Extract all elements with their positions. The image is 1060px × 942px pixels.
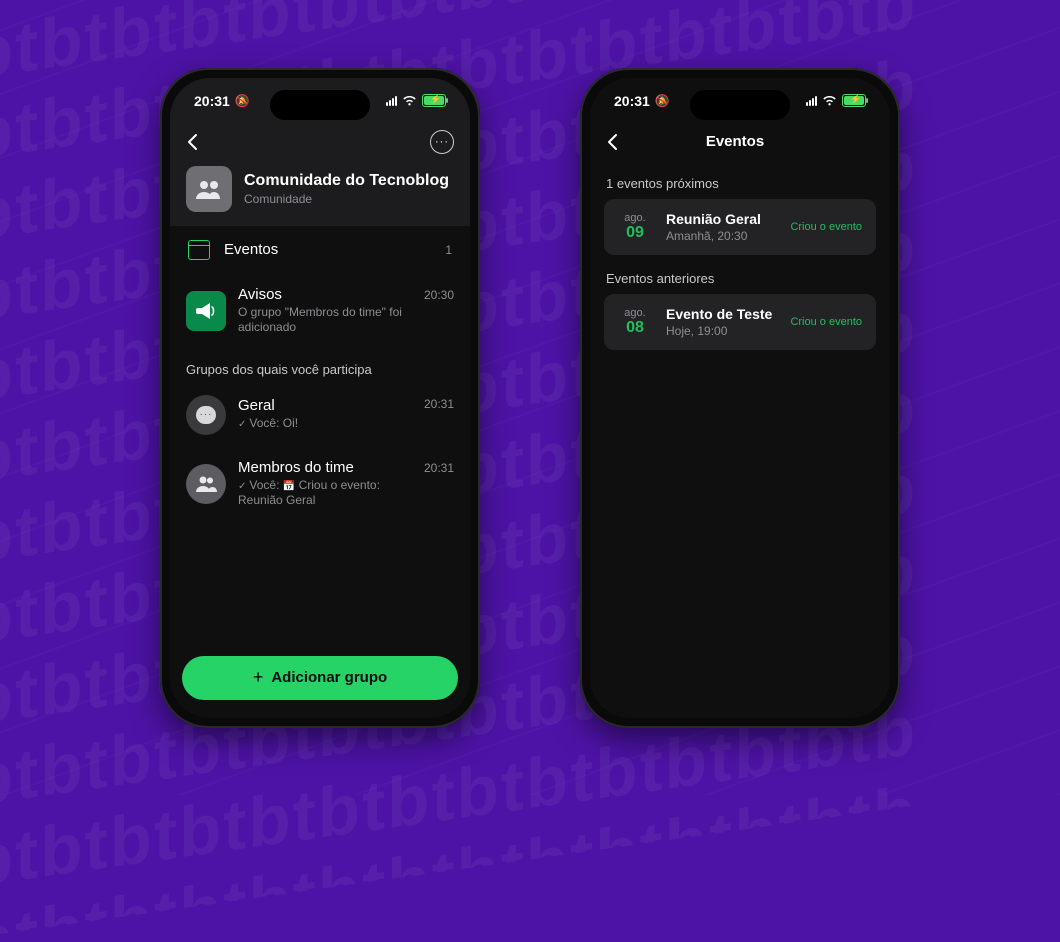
battery-icon: ⚡ <box>842 94 866 107</box>
notch <box>690 90 790 120</box>
cellular-signal-icon <box>386 96 397 106</box>
avisos-title: Avisos <box>238 286 412 303</box>
event-date: ago. 09 <box>618 212 652 242</box>
more-options-button[interactable]: ··· <box>430 130 454 154</box>
wifi-icon <box>822 95 837 106</box>
sent-check-icon: ✓ <box>238 481 246 492</box>
past-events-label: Eventos anteriores <box>590 255 890 294</box>
event-time: Hoje, 19:00 <box>666 324 776 338</box>
people-icon <box>186 464 226 504</box>
avisos-row[interactable]: Avisos O grupo "Membros do time" foi adi… <box>170 274 470 348</box>
screen-community: 20:31 🔕 ⚡ ··· <box>170 78 470 718</box>
events-count: 1 <box>445 243 452 257</box>
event-owner-badge: Criou o evento <box>790 221 862 233</box>
page-title: Eventos <box>618 133 852 150</box>
status-time: 20:31 <box>614 93 650 109</box>
silent-mode-icon: 🔕 <box>234 92 251 108</box>
calendar-icon <box>188 240 210 260</box>
event-title: Evento de Teste <box>666 306 776 322</box>
group-item-membros[interactable]: Membros do time ✓Você: 📅 Criou o evento:… <box>170 447 470 521</box>
community-title: Comunidade do Tecnoblog <box>244 172 449 190</box>
event-time: Amanhã, 20:30 <box>666 229 776 243</box>
screen-events: 20:31 🔕 ⚡ Eventos 1 eventos pró <box>590 78 890 718</box>
nav-bar: ··· <box>170 124 470 160</box>
event-card-past[interactable]: ago. 08 Evento de Teste Hoje, 19:00 Crio… <box>604 294 876 350</box>
back-button[interactable] <box>606 133 618 151</box>
notch <box>270 90 370 120</box>
group-title: Geral <box>238 397 412 414</box>
group-preview: ✓Você: Oi! <box>238 416 412 432</box>
status-time: 20:31 <box>194 93 230 109</box>
phone-right: 20:31 🔕 ⚡ Eventos 1 eventos pró <box>580 68 900 728</box>
community-avatar-icon <box>186 166 232 212</box>
community-subtitle: Comunidade <box>244 192 449 206</box>
chat-bubble-icon <box>186 395 226 435</box>
plus-icon: + <box>253 667 264 688</box>
wifi-icon <box>402 95 417 106</box>
group-time: 20:31 <box>424 461 454 475</box>
group-preview: ✓Você: 📅 Criou o evento: Reunião Geral <box>238 478 412 509</box>
group-title: Membros do time <box>238 459 412 476</box>
group-item-geral[interactable]: Geral ✓Você: Oi! 20:31 <box>170 383 470 447</box>
event-owner-badge: Criou o evento <box>790 316 862 328</box>
community-header[interactable]: Comunidade do Tecnoblog Comunidade <box>170 160 470 226</box>
silent-mode-icon: 🔕 <box>654 92 671 108</box>
add-group-button[interactable]: + Adicionar grupo <box>182 656 458 700</box>
upcoming-events-label: 1 eventos próximos <box>590 160 890 199</box>
avisos-subtitle: O grupo "Membros do time" foi adicionado <box>238 305 412 336</box>
group-time: 20:31 <box>424 397 454 411</box>
megaphone-icon <box>186 291 226 331</box>
add-group-label: Adicionar grupo <box>271 669 387 686</box>
sent-check-icon: ✓ <box>238 419 246 430</box>
events-row[interactable]: Eventos 1 <box>170 226 470 274</box>
events-label: Eventos <box>224 241 431 258</box>
event-date: ago. 08 <box>618 307 652 337</box>
avisos-time: 20:30 <box>424 288 454 302</box>
phone-left: 20:31 🔕 ⚡ ··· <box>160 68 480 728</box>
cellular-signal-icon <box>806 96 817 106</box>
event-title: Reunião Geral <box>666 211 776 227</box>
groups-section-label: Grupos dos quais você participa <box>170 348 470 383</box>
back-button[interactable] <box>186 133 198 151</box>
battery-icon: ⚡ <box>422 94 446 107</box>
event-card-upcoming[interactable]: ago. 09 Reunião Geral Amanhã, 20:30 Crio… <box>604 199 876 255</box>
nav-bar: Eventos <box>590 124 890 160</box>
